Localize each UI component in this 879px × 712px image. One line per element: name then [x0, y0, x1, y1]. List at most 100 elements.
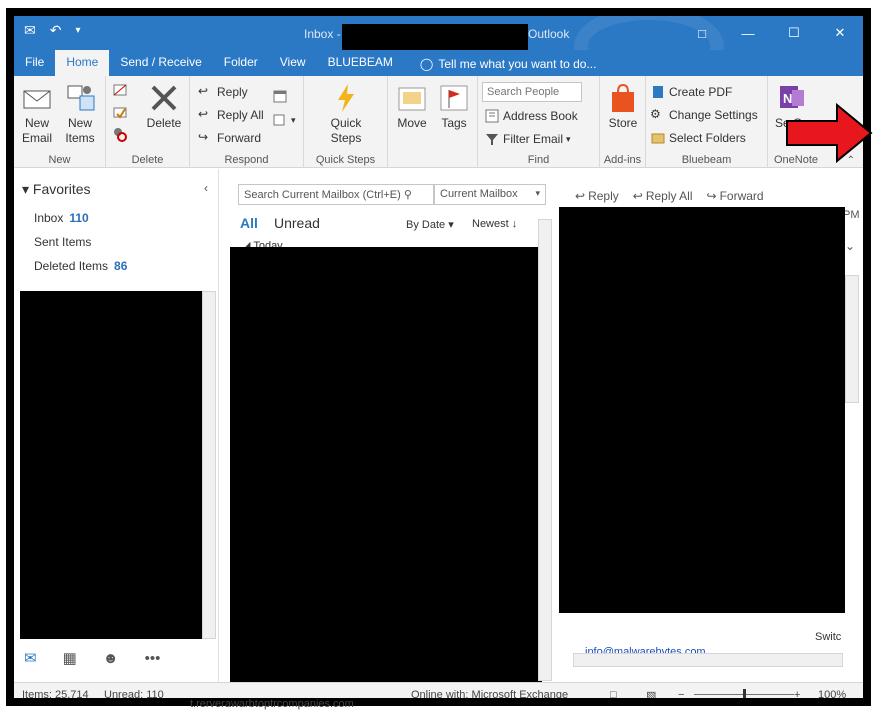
quick-steps-button[interactable]: Quick Steps	[320, 82, 372, 146]
zoom-level: 100%	[818, 689, 847, 701]
reply-all-button[interactable]: ↩ Reply All	[198, 107, 264, 123]
move-label: Move	[397, 116, 427, 130]
filter-email-label: Filter Email	[503, 132, 564, 146]
time-partial: PM	[843, 209, 860, 221]
mail-icon[interactable]: ✉	[24, 649, 37, 667]
address-book-button[interactable]: Address Book	[484, 108, 578, 124]
reading-scrollbar[interactable]	[845, 275, 859, 403]
cleanup-button[interactable]	[112, 104, 128, 120]
tell-me-box[interactable]: ◯ Tell me what you want to do...	[404, 52, 597, 76]
forward-button[interactable]: ↪ Forward	[198, 130, 261, 146]
filter-unread[interactable]: Unread	[274, 215, 320, 231]
ignore-button[interactable]	[112, 82, 128, 98]
folder-scrollbar[interactable]	[202, 291, 216, 639]
search-people-input[interactable]	[482, 82, 582, 102]
collapse-pane-icon[interactable]: ‹	[204, 181, 208, 195]
undo-icon[interactable]: ↶	[50, 22, 62, 39]
reading-forward-button[interactable]: ↪ Forward	[707, 189, 764, 203]
group-new: New Email New Items New	[14, 76, 106, 168]
reading-reply-all-button[interactable]: ↩ Reply All	[633, 189, 693, 203]
change-settings-button[interactable]: ⚙ Change Settings	[650, 107, 758, 123]
zoom-thumb[interactable]	[743, 689, 746, 698]
tags-label: Tags	[441, 116, 467, 130]
ribbon-tabs: File Home Send / Receive Folder View BLU…	[14, 50, 863, 76]
reading-view-icon[interactable]: ▧	[646, 689, 656, 698]
reading-horizontal-scrollbar[interactable]	[573, 653, 843, 667]
group-bluebeam-label: Bluebeam	[681, 154, 732, 166]
create-pdf-button[interactable]: Create PDF	[650, 84, 732, 100]
window-title-prefix: Inbox -	[304, 27, 341, 41]
minimize-icon[interactable]: —	[725, 16, 771, 50]
store-button[interactable]: Store	[604, 82, 642, 131]
delete-label: Delete	[146, 116, 182, 130]
tags-button[interactable]: Tags	[436, 82, 472, 131]
favorites-heading[interactable]: ▾ Favorites	[22, 181, 91, 198]
reply-icon: ↩	[198, 84, 209, 98]
people-icon[interactable]: ☻	[103, 650, 119, 667]
favorite-deleted-items[interactable]: Deleted Items 86	[34, 259, 127, 273]
reply-all-icon: ↩	[198, 107, 209, 121]
move-button[interactable]: Move	[394, 82, 430, 131]
ribbon-display-icon[interactable]: □	[679, 16, 725, 50]
group-respond: ↩ Reply ↩ Reply All ↪ Forward ▾ Respond	[190, 76, 304, 168]
search-scope-dropdown[interactable]: Current Mailbox ▾	[434, 184, 546, 205]
customize-qat-icon[interactable]: ▾	[75, 25, 80, 36]
reply-button[interactable]: ↩ Reply	[198, 84, 248, 100]
tab-view[interactable]: View	[269, 50, 317, 76]
select-folders-button[interactable]: Select Folders	[650, 130, 746, 146]
message-list-scrollbar[interactable]	[538, 219, 552, 681]
delete-button[interactable]: Delete	[144, 82, 184, 131]
search-mailbox-input[interactable]: Search Current Mailbox (Ctrl+E) ⚲	[238, 184, 434, 205]
tab-file[interactable]: File	[14, 50, 55, 76]
calendar-icon[interactable]: ▦	[63, 649, 77, 667]
maximize-icon[interactable]: ☐	[771, 16, 817, 50]
window-controls: □ — ☐ ✕	[679, 16, 863, 50]
filter-all[interactable]: All	[240, 215, 258, 231]
reading-reply-button[interactable]: ↩ Reply	[575, 189, 619, 203]
group-find: Address Book Filter Email▾ Find	[478, 76, 600, 168]
status-items: Items: 25,714	[22, 689, 89, 701]
favorite-inbox-count: 110	[69, 211, 89, 225]
junk-icon	[112, 126, 128, 142]
new-items-button[interactable]: New Items	[58, 82, 102, 146]
reading-reply-label: Reply	[588, 189, 619, 203]
group-delete: Delete Delete	[106, 76, 190, 168]
junk-button[interactable]	[112, 126, 128, 142]
cleanup-icon	[112, 104, 128, 120]
normal-view-icon[interactable]: □	[610, 689, 617, 698]
zoom-out-icon[interactable]: −	[678, 689, 684, 698]
sort-order[interactable]: Newest ↓	[472, 218, 517, 230]
tab-bluebeam[interactable]: BLUEBEAM	[317, 50, 404, 76]
background-text: t.rerverawarbtoptrcompanies.com	[190, 698, 354, 710]
tab-send-receive[interactable]: Send / Receive	[109, 50, 212, 76]
switch-text-partial: Switc	[815, 631, 842, 643]
reply-all-label: Reply All	[217, 108, 264, 122]
meeting-button[interactable]	[272, 88, 288, 104]
expand-header-icon[interactable]: ⌄	[845, 239, 855, 253]
more-icon[interactable]: •••	[145, 650, 161, 667]
tab-folder[interactable]: Folder	[213, 50, 269, 76]
favorite-inbox[interactable]: Inbox 110	[34, 211, 89, 225]
new-email-button[interactable]: New Email	[20, 82, 54, 146]
window-title-app: Outlook	[528, 27, 570, 41]
meeting-icon	[272, 88, 288, 104]
tab-home[interactable]: Home	[55, 50, 110, 76]
new-items-label: New Items	[65, 116, 95, 145]
select-folders-label: Select Folders	[669, 131, 746, 145]
sort-by-date[interactable]: By Date ▾	[406, 218, 454, 231]
more-respond-button[interactable]: ▾	[272, 112, 296, 128]
search-icon: ⚲	[403, 189, 412, 201]
delete-icon	[148, 82, 180, 114]
favorite-sent-items[interactable]: Sent Items	[34, 235, 91, 249]
red-arrow-icon	[786, 103, 873, 163]
zoom-in-icon[interactable]: +	[794, 689, 800, 698]
filter-icon	[484, 131, 500, 147]
sort-by-label: By Date	[406, 219, 446, 231]
new-email-icon	[21, 82, 53, 114]
group-quick-steps: Quick Steps Quick Steps	[304, 76, 388, 168]
reply-all-icon: ↩	[632, 189, 643, 203]
close-icon[interactable]: ✕	[817, 16, 863, 50]
filter-email-button[interactable]: Filter Email ▾	[484, 131, 571, 147]
ignore-icon	[112, 82, 128, 98]
group-respond-label: Respond	[224, 154, 269, 166]
